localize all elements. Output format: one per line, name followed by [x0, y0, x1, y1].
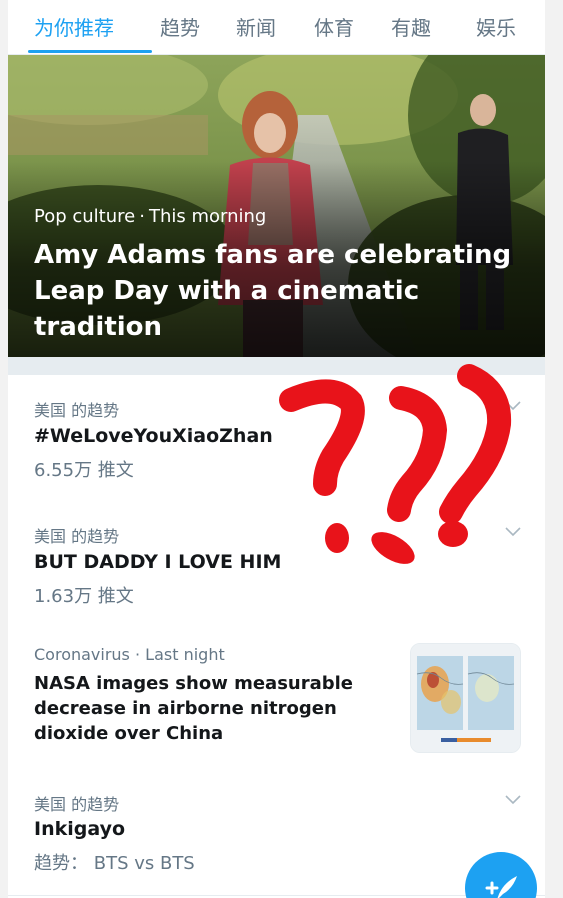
trend-tweet-count: 1.63万 推文	[34, 586, 134, 607]
news-time: Last night	[145, 645, 225, 664]
tab-for-you[interactable]: 为你推荐	[34, 12, 114, 41]
explore-page: 为你推荐 趋势 新闻 体育 有趣 娱乐 Pop culture · This m…	[8, 0, 545, 898]
trend-context: 美国 的趋势	[34, 401, 120, 420]
trend-item[interactable]: 美国 的趋势 Inkigayo 趋势： BTS vs BTS	[8, 769, 545, 896]
active-tab-indicator	[28, 50, 152, 53]
trend-title: #WeLoveYouXiaoZhan	[34, 425, 273, 447]
news-item[interactable]: Coronavirus · Last night NASA images sho…	[8, 627, 545, 770]
red-question-mark-doodle	[279, 364, 512, 564]
compose-tweet-icon	[485, 876, 517, 898]
news-meta: Coronavirus · Last night	[34, 645, 225, 664]
news-headline: NASA images show measurable decrease in …	[34, 673, 354, 744]
news-category: Coronavirus	[34, 645, 130, 664]
hero-time: This morning	[148, 206, 267, 227]
tab-fun[interactable]: 有趣	[391, 12, 431, 41]
news-thumbnail	[410, 643, 521, 753]
meta-separator: ·	[134, 645, 141, 664]
trend-title: Inkigayo	[34, 818, 126, 840]
screen: 为你推荐 趋势 新闻 体育 有趣 娱乐 Pop culture · This m…	[0, 0, 563, 898]
chevron-down-icon[interactable]	[505, 795, 521, 805]
trend-title: BUT DADDY I LOVE HIM	[34, 551, 282, 573]
trend-related: 趋势： BTS vs BTS	[34, 853, 195, 874]
tab-news[interactable]: 新闻	[236, 12, 276, 41]
hero-category: Pop culture	[34, 206, 136, 227]
trend-context: 美国 的趋势	[34, 795, 120, 814]
hero-headline: Amy Adams fans are celebrating Leap Day …	[34, 240, 512, 342]
hero-meta: Pop culture · This morning	[34, 206, 266, 227]
trend-context: 美国 的趋势	[34, 527, 120, 546]
hero-story-card[interactable]: Pop culture · This morning Amy Adams fans …	[8, 55, 545, 357]
meta-separator: ·	[139, 206, 145, 227]
trend-tweet-count: 6.55万 推文	[34, 460, 134, 481]
tab-trending[interactable]: 趋势	[160, 12, 200, 41]
tab-entertainment[interactable]: 娱乐	[476, 12, 516, 41]
tab-sports[interactable]: 体育	[314, 12, 354, 41]
tab-bar: 为你推荐 趋势 新闻 体育 有趣 娱乐	[8, 0, 545, 55]
